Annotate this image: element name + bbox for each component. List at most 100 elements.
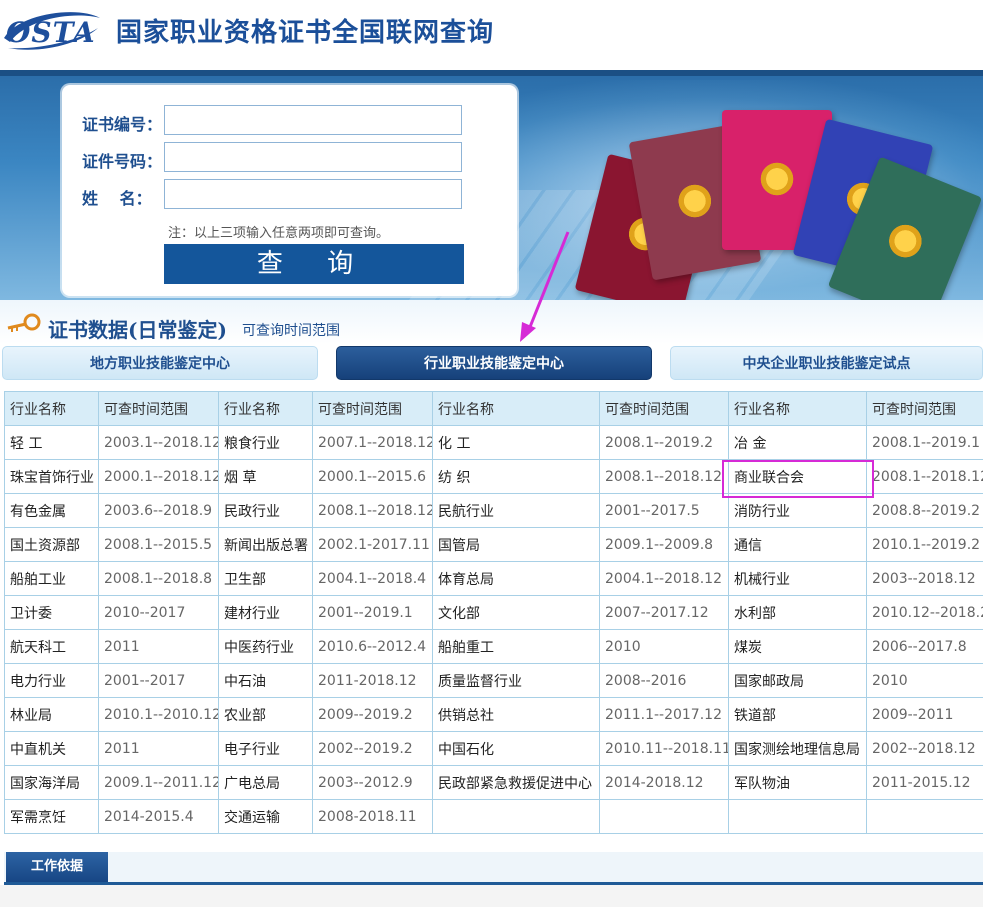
column-header: 行业名称 (728, 391, 867, 426)
industry-name-cell: 水利部 (728, 595, 867, 630)
time-range-cell: 2001--2019.1 (312, 595, 433, 630)
industry-name-cell: 民政行业 (218, 493, 313, 528)
industry-name-cell: 煤炭 (728, 629, 867, 664)
industry-name-cell: 铁道部 (728, 697, 867, 732)
industry-name-cell: 体育总局 (432, 561, 600, 596)
time-range-cell: 2011 (98, 629, 219, 664)
time-range-cell: 2009--2011 (866, 697, 983, 732)
time-range-cell: 2010 (599, 629, 729, 664)
query-form: 证书编号： 证件号码： 姓 名： 注：以上三项输入任意两项即可查询。 查 询 (62, 85, 517, 296)
industry-name-cell: 机械行业 (728, 561, 867, 596)
industry-name-cell: 航天科工 (4, 629, 99, 664)
column-header: 行业名称 (4, 391, 99, 426)
cert-no-label: 证书编号： (82, 115, 163, 134)
cert-no-input[interactable] (164, 105, 462, 135)
industry-name-cell: 民航行业 (432, 493, 600, 528)
tab-local-center[interactable]: 地方职业技能鉴定中心 (2, 346, 318, 380)
industry-name-cell: 电力行业 (4, 663, 99, 698)
time-range-cell: 2007--2017.12 (599, 595, 729, 630)
industry-name-cell: 船舶工业 (4, 561, 99, 596)
tab-industry-center[interactable]: 行业职业技能鉴定中心 (336, 346, 652, 380)
industry-name-cell: 消防行业 (728, 493, 867, 528)
time-range-cell: 2000.1--2018.12 (98, 459, 219, 494)
industry-name-cell: 军队物油 (728, 765, 867, 800)
industry-name-cell: 中医药行业 (218, 629, 313, 664)
time-range-cell: 2011.1--2017.12 (599, 697, 729, 732)
site-header: OSTA 国家职业资格证书全国联网查询 (0, 0, 983, 70)
table-row: 国家海洋局 2009.1--2011.12 广电总局 2003--2012.9 民政部紧… (4, 765, 983, 800)
industry-name-cell: 中国石化 (432, 731, 600, 766)
column-header: 可查时间范围 (599, 391, 729, 426)
time-range-cell: 2010--2017 (98, 595, 219, 630)
time-range-cell: 2010.11--2018.11 (599, 731, 729, 766)
table-row: 电力行业 2001--2017 中石油 2011-2018.12 质量监督行业 2008-… (4, 663, 983, 698)
banner: 证书编号： 证件号码： 姓 名： 注：以上三项输入任意两项即可查询。 查 询 (0, 70, 983, 300)
industry-name-cell: 粮食行业 (218, 425, 313, 460)
time-range-cell: 2001--2017.5 (599, 493, 729, 528)
time-range-cell: 2001--2017 (98, 663, 219, 698)
industry-name-cell: 烟 草 (218, 459, 313, 494)
id-no-input[interactable] (164, 142, 462, 172)
time-range-cell: 2008-2018.11 (312, 799, 433, 834)
time-range-cell: 2008--2016 (599, 663, 729, 698)
time-range-cell: 2004.1--2018.4 (312, 561, 433, 596)
time-range-cell: 2006--2017.8 (866, 629, 983, 664)
industry-name-cell: 民政部紧急救援促进中心 (432, 765, 600, 800)
query-button[interactable]: 查 询 (164, 244, 464, 284)
time-range-cell: 2008.8--2019.2 (866, 493, 983, 528)
id-no-label: 证件号码： (82, 152, 163, 171)
column-header: 可查时间范围 (866, 391, 983, 426)
time-range-cell: 2003--2018.12 (866, 561, 983, 596)
industry-name-cell: 有色金属 (4, 493, 99, 528)
key-icon (7, 313, 41, 332)
industry-name-cell: 建材行业 (218, 595, 313, 630)
time-range-cell (599, 799, 729, 834)
industry-name-cell: 供销总社 (432, 697, 600, 732)
industry-name-cell: 电子行业 (218, 731, 313, 766)
time-range-cell: 2008.1--2015.5 (98, 527, 219, 562)
table-row: 轻 工 2003.1--2018.12 粮食行业 2007.1--2018.12 化 工… (4, 425, 983, 460)
tab-central-enterprise[interactable]: 中央企业职业技能鉴定试点 (670, 346, 983, 380)
site-title: 国家职业资格证书全国联网查询 (116, 18, 495, 48)
time-range-cell: 2008.1--2018.12 (866, 459, 983, 494)
industry-name-cell: 农业部 (218, 697, 313, 732)
time-range-cell: 2009--2019.2 (312, 697, 433, 732)
industry-name-cell: 卫计委 (4, 595, 99, 630)
section-subtitle: 可查询时间范围 (242, 323, 340, 339)
industry-name-cell: 广电总局 (218, 765, 313, 800)
industry-name-cell: 卫生部 (218, 561, 313, 596)
time-range-cell: 2008.1--2018.12 (312, 493, 433, 528)
osta-logo[interactable]: OSTA (0, 8, 104, 54)
time-range-cell: 2011-2018.12 (312, 663, 433, 698)
table-row: 中直机关 2011 电子行业 2002--2019.2 中国石化 2010.11--201… (4, 731, 983, 766)
time-range-cell: 2002.1-2017.11 (312, 527, 433, 562)
industry-name-cell: 中直机关 (4, 731, 99, 766)
industry-name-cell: 化 工 (432, 425, 600, 460)
tab-work-basis[interactable]: 工作依据 (6, 852, 108, 882)
table-row: 航天科工 2011 中医药行业 2010.6--2012.4 船舶重工 2010 煤炭 200… (4, 629, 983, 664)
industry-name-cell: 船舶重工 (432, 629, 600, 664)
time-range-cell: 2004.1--2018.12 (599, 561, 729, 596)
time-range-cell: 2014-2018.12 (599, 765, 729, 800)
name-input[interactable] (164, 179, 462, 209)
time-range-cell: 2010.6--2012.4 (312, 629, 433, 664)
time-range-cell: 2010.1--2019.2 (866, 527, 983, 562)
industry-name-cell: 林业局 (4, 697, 99, 732)
industry-name-cell: 国管局 (432, 527, 600, 562)
industry-name-cell: 轻 工 (4, 425, 99, 460)
table-row: 国土资源部 2008.1--2015.5 新闻出版总署 2002.1-2017.11 国… (4, 527, 983, 562)
industry-name-cell: 冶 金 (728, 425, 867, 460)
time-range-cell: 2002--2019.2 (312, 731, 433, 766)
time-range-cell: 2011-2015.12 (866, 765, 983, 800)
time-range-cell: 2003--2012.9 (312, 765, 433, 800)
time-range-cell: 2000.1--2015.6 (312, 459, 433, 494)
time-range-cell: 2009.1--2011.12 (98, 765, 219, 800)
table-row: 林业局 2010.1--2010.12 农业部 2009--2019.2 供销总社 201… (4, 697, 983, 732)
time-range-cell: 2010.12--2018.2 (866, 595, 983, 630)
industry-name-cell: 军需烹饪 (4, 799, 99, 834)
bottom-section-bar (4, 852, 983, 885)
time-range-cell: 2003.6--2018.9 (98, 493, 219, 528)
time-range-cell: 2007.1--2018.12 (312, 425, 433, 460)
time-range-cell: 2003.1--2018.12 (98, 425, 219, 460)
industry-name-cell: 交通运输 (218, 799, 313, 834)
